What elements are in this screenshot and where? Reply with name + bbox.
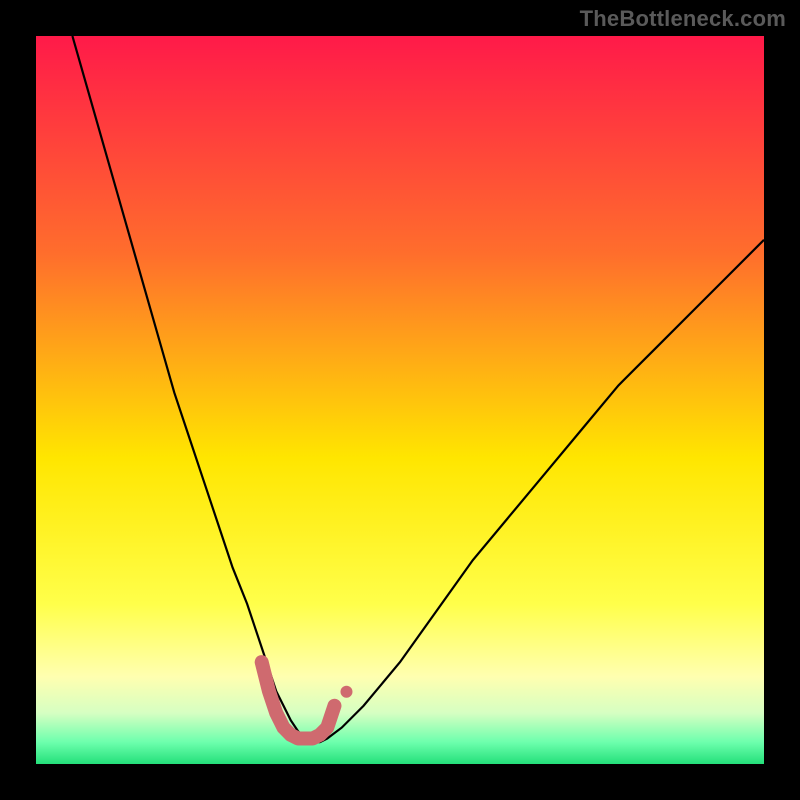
plot-area <box>36 36 764 764</box>
watermark-text: TheBottleneck.com <box>580 6 786 32</box>
marker-path <box>262 662 335 738</box>
bottleneck-curve <box>72 36 764 742</box>
curve-layer <box>36 36 764 764</box>
marker-group <box>262 662 353 738</box>
marker-dot <box>340 686 352 698</box>
chart-stage: TheBottleneck.com <box>0 0 800 800</box>
